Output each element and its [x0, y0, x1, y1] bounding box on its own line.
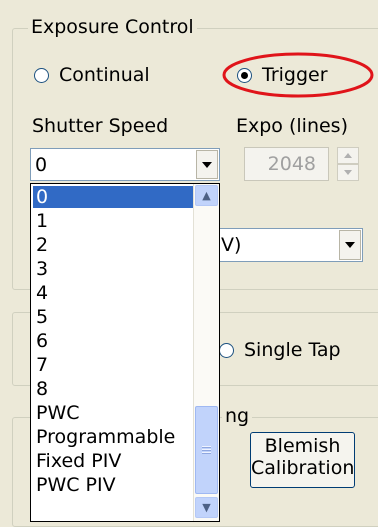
- chevron-down-icon: [202, 161, 212, 168]
- dropdown-item[interactable]: PWC: [33, 402, 193, 424]
- shutter-speed-label: Shutter Speed: [32, 115, 169, 137]
- dropdown-item[interactable]: 7: [33, 354, 193, 376]
- secondary-combo-value: V): [221, 234, 242, 256]
- chevron-up-icon: [344, 153, 352, 158]
- secondary-combo-dropdown-button[interactable]: [339, 230, 361, 260]
- dropdown-item[interactable]: PWC PIV: [33, 474, 193, 496]
- calibration-group-title: ng: [222, 405, 253, 427]
- radio-single-tap-label: Single Tap: [244, 339, 341, 361]
- shutter-speed-dropdown-button[interactable]: [196, 150, 218, 179]
- blemish-button-line1: Blemish: [264, 435, 341, 457]
- dropdown-item[interactable]: 4: [33, 282, 193, 304]
- dropdown-item[interactable]: Programmable: [33, 426, 193, 448]
- dropdown-item[interactable]: 1: [33, 210, 193, 232]
- dropdown-item[interactable]: 5: [33, 306, 193, 328]
- shutter-speed-value: 0: [35, 154, 48, 176]
- chevron-down-icon: ▼: [202, 501, 211, 514]
- shutter-speed-dropdown-list: 0 1 2 3 4 5 6 7 8 PWC Programmable Fixed…: [30, 183, 220, 522]
- radio-continual[interactable]: Continual: [34, 64, 150, 86]
- expo-label: Expo (lines): [236, 115, 348, 137]
- expo-spin-up: [337, 147, 359, 164]
- radio-continual-label: Continual: [59, 64, 150, 86]
- expo-lines-value: 2048: [267, 153, 316, 175]
- dropdown-item[interactable]: 8: [33, 378, 193, 400]
- chevron-down-icon: [345, 242, 355, 248]
- dropdown-item[interactable]: Fixed PIV: [33, 450, 193, 472]
- radio-continual-icon: [34, 67, 49, 83]
- radio-single-tap-icon: [219, 342, 234, 358]
- expo-spin-down: [337, 164, 359, 181]
- highlight-ellipse: [222, 52, 374, 98]
- chevron-down-icon: [344, 170, 352, 175]
- dropdown-scrollbar[interactable]: ▲ ▼: [193, 184, 219, 521]
- exposure-control-title: Exposure Control: [28, 16, 197, 38]
- shutter-speed-combo[interactable]: 0: [30, 148, 220, 181]
- scrollbar-thumb[interactable]: [195, 406, 218, 494]
- blemish-button-line2: Calibration: [251, 457, 355, 479]
- radio-single-tap[interactable]: Single Tap: [219, 339, 341, 361]
- blemish-calibration-button[interactable]: Blemish Calibration: [250, 432, 355, 488]
- dropdown-item[interactable]: 3: [33, 258, 193, 280]
- scroll-down-button[interactable]: ▼: [195, 497, 218, 518]
- expo-lines-input: 2048: [244, 147, 329, 181]
- grip-icon: [202, 445, 211, 455]
- dropdown-item[interactable]: 0: [33, 186, 193, 208]
- dropdown-item[interactable]: 6: [33, 330, 193, 352]
- chevron-up-icon: ▲: [202, 189, 211, 202]
- dropdown-item[interactable]: 2: [33, 234, 193, 256]
- scroll-up-button[interactable]: ▲: [195, 185, 218, 206]
